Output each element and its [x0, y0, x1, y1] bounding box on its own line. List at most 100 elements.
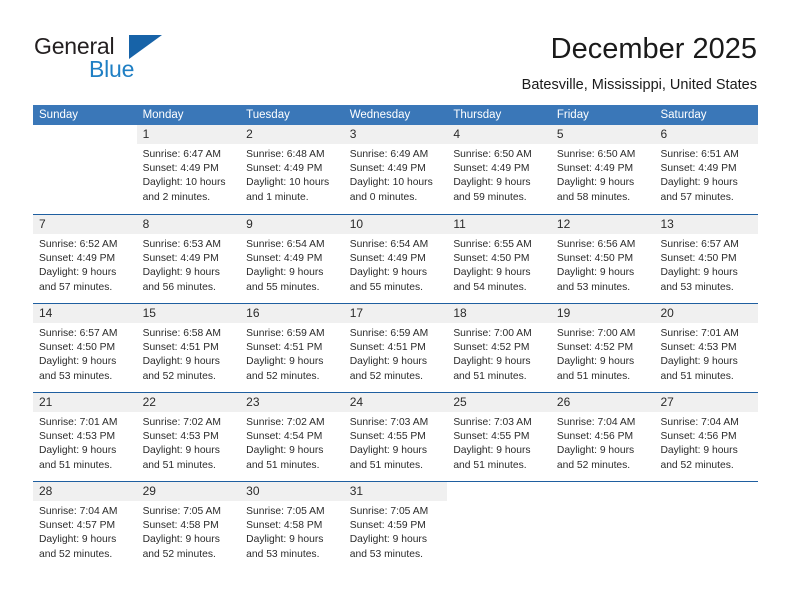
daylight-duration-line1: Daylight: 9 hours	[556, 177, 635, 189]
calendar-day-cell[interactable]: 30 Sunrise: 7:05 AM Sunset: 4:58 PM Dayligh…	[240, 482, 344, 570]
calendar-day-cell[interactable]: 1 Sunrise: 6:47 AM Sunset: 4:49 PM Daylight…	[136, 125, 241, 214]
calendar-day-cell[interactable]: 16 Sunrise: 6:59 AM Sunset: 4:51 PM Dayligh…	[240, 304, 344, 392]
calendar-day-cell[interactable]: 8 Sunrise: 6:53 AM Sunset: 4:49 PM Daylight…	[136, 215, 241, 303]
sunrise-time: Sunrise: 7:02 AM	[142, 417, 221, 428]
calendar-day-cell[interactable]: 28 Sunrise: 7:04 AM Sunset: 4:57 PM Dayligh…	[33, 482, 137, 570]
sunrise-time: Sunrise: 6:59 AM	[349, 328, 429, 339]
calendar-day-cell[interactable]: 29 Sunrise: 7:05 AM Sunset: 4:58 PM Dayligh…	[136, 482, 241, 570]
day-number-band: 19	[550, 304, 655, 323]
daylight-duration-line1: Daylight: 9 hours	[556, 356, 635, 368]
day-number: 6	[660, 127, 668, 141]
calendar-day-cell[interactable]: 3 Sunrise: 6:49 AM Sunset: 4:49 PM Daylight…	[343, 125, 448, 214]
sunrise-time: Sunrise: 6:51 AM	[660, 149, 739, 160]
calendar-day-cell[interactable]: 24 Sunrise: 7:03 AM Sunset: 4:55 PM Dayligh…	[343, 393, 448, 481]
weekday-header-thursday: Thursday	[453, 109, 502, 121]
daylight-duration-line2: and 51 minutes.	[39, 459, 113, 471]
sunrise-time: Sunrise: 7:01 AM	[39, 417, 118, 428]
calendar-day-cell[interactable]: 7 Sunrise: 6:52 AM Sunset: 4:49 PM Daylight…	[33, 215, 137, 303]
sunset-time: Sunset: 4:50 PM	[660, 253, 737, 265]
weekday-header-friday: Friday	[556, 109, 589, 121]
day-number-band: 4	[447, 125, 551, 144]
daylight-duration-line1: Daylight: 9 hours	[349, 534, 428, 546]
sunrise-time: Sunrise: 7:05 AM	[142, 506, 221, 517]
day-number: 13	[660, 217, 674, 231]
daylight-duration-line2: and 53 minutes.	[39, 370, 113, 382]
day-details: Sunrise: 6:54 AM Sunset: 4:49 PM Daylight:…	[240, 234, 344, 295]
weekday-header-tuesday: Tuesday	[246, 109, 290, 121]
daylight-duration-line2: and 0 minutes.	[349, 191, 418, 203]
day-details: Sunrise: 6:50 AM Sunset: 4:49 PM Daylight:…	[447, 144, 551, 205]
day-number-band: 30	[240, 482, 344, 501]
daylight-duration-line2: and 53 minutes.	[349, 548, 424, 560]
daylight-duration-line2: and 59 minutes.	[453, 191, 527, 203]
day-number: 28	[39, 484, 53, 498]
calendar-day-cell[interactable]: 18 Sunrise: 7:00 AM Sunset: 4:52 PM Dayligh…	[447, 304, 551, 392]
sunset-time: Sunset: 4:49 PM	[453, 163, 530, 175]
calendar-day-cell[interactable]: 22 Sunrise: 7:02 AM Sunset: 4:53 PM Dayligh…	[136, 393, 241, 481]
general-blue-logo[interactable]: General Blue	[34, 33, 224, 85]
page-header: General Blue December 2025 Batesville, M…	[0, 0, 792, 100]
day-number-band: 5	[550, 125, 655, 144]
day-number: 26	[556, 395, 571, 409]
calendar-day-cell[interactable]: 12 Sunrise: 6:56 AM Sunset: 4:50 PM Dayligh…	[550, 215, 655, 303]
daylight-duration-line2: and 52 minutes.	[39, 548, 113, 560]
calendar-day-cell[interactable]: 5 Sunrise: 6:50 AM Sunset: 4:49 PM Daylight…	[550, 125, 655, 214]
daylight-duration-line2: and 2 minutes.	[142, 191, 211, 203]
day-number-band	[447, 482, 551, 501]
day-details: Sunrise: 6:49 AM Sunset: 4:49 PM Daylight:…	[344, 144, 448, 205]
sunset-time: Sunset: 4:53 PM	[660, 342, 737, 354]
calendar-day-cell[interactable]: 9 Sunrise: 6:54 AM Sunset: 4:49 PM Daylight…	[240, 215, 344, 303]
calendar-day-cell[interactable]: 25 Sunrise: 7:03 AM Sunset: 4:55 PM Dayligh…	[447, 393, 551, 481]
daylight-duration-line1: Daylight: 9 hours	[453, 356, 531, 368]
daylight-duration-line1: Daylight: 9 hours	[556, 445, 635, 457]
calendar-day-cell-empty	[551, 482, 655, 570]
day-details: Sunrise: 7:02 AM Sunset: 4:54 PM Daylight:…	[240, 412, 344, 473]
calendar-day-cell[interactable]: 2 Sunrise: 6:48 AM Sunset: 4:49 PM Daylight…	[240, 125, 344, 214]
daylight-duration-line2: and 52 minutes.	[246, 370, 320, 382]
day-number-band: 23	[240, 393, 344, 412]
calendar-day-cell[interactable]: 26 Sunrise: 7:04 AM Sunset: 4:56 PM Dayligh…	[550, 393, 655, 481]
calendar-week-row: 7 Sunrise: 6:52 AM Sunset: 4:49 PM Daylight…	[33, 214, 759, 303]
calendar-day-cell[interactable]: 19 Sunrise: 7:00 AM Sunset: 4:52 PM Dayligh…	[550, 304, 655, 392]
day-details: Sunrise: 7:04 AM Sunset: 4:56 PM Daylight:…	[654, 412, 758, 473]
calendar-day-cell[interactable]: 23 Sunrise: 7:02 AM Sunset: 4:54 PM Dayligh…	[240, 393, 344, 481]
calendar-day-cell[interactable]: 17 Sunrise: 6:59 AM Sunset: 4:51 PM Dayligh…	[343, 304, 448, 392]
calendar-day-cell[interactable]: 13 Sunrise: 6:57 AM Sunset: 4:50 PM Dayligh…	[654, 215, 759, 303]
calendar-day-cell[interactable]: 4 Sunrise: 6:50 AM Sunset: 4:49 PM Daylight…	[447, 125, 551, 214]
sunset-time: Sunset: 4:53 PM	[142, 431, 219, 443]
daylight-duration-line2: and 55 minutes.	[349, 281, 424, 293]
calendar-day-cell[interactable]: 6 Sunrise: 6:51 AM Sunset: 4:49 PM Daylight…	[654, 125, 759, 214]
sunrise-time: Sunrise: 6:57 AM	[39, 328, 118, 339]
calendar-day-cell[interactable]: 15 Sunrise: 6:58 AM Sunset: 4:51 PM Dayligh…	[136, 304, 241, 392]
calendar-week-row: 21 Sunrise: 7:01 AM Sunset: 4:53 PM Dayligh…	[33, 392, 759, 481]
calendar-day-cell-empty	[654, 482, 758, 570]
daylight-duration-line1: Daylight: 9 hours	[556, 267, 635, 279]
calendar-day-cell[interactable]: 21 Sunrise: 7:01 AM Sunset: 4:53 PM Dayligh…	[33, 393, 137, 481]
sunset-time: Sunset: 4:53 PM	[39, 431, 116, 443]
daylight-duration-line1: Daylight: 9 hours	[349, 267, 428, 279]
day-details: Sunrise: 6:54 AM Sunset: 4:49 PM Daylight:…	[344, 234, 448, 295]
calendar-day-cell[interactable]: 10 Sunrise: 6:54 AM Sunset: 4:49 PM Dayligh…	[343, 215, 448, 303]
daylight-duration-line2: and 52 minutes.	[660, 459, 734, 471]
calendar-day-cell[interactable]: 11 Sunrise: 6:55 AM Sunset: 4:50 PM Dayligh…	[447, 215, 551, 303]
calendar-day-cell[interactable]: 14 Sunrise: 6:57 AM Sunset: 4:50 PM Dayligh…	[33, 304, 137, 392]
daylight-duration-line2: and 58 minutes.	[556, 191, 631, 203]
sunset-time: Sunset: 4:51 PM	[246, 342, 323, 354]
sunrise-time: Sunrise: 6:53 AM	[142, 239, 221, 250]
sunrise-time: Sunrise: 6:57 AM	[660, 239, 739, 250]
daylight-duration-line2: and 53 minutes.	[556, 281, 631, 293]
day-number-band: 13	[654, 215, 759, 234]
calendar-day-cell[interactable]: 27 Sunrise: 7:04 AM Sunset: 4:56 PM Dayligh…	[654, 393, 759, 481]
day-number: 20	[660, 306, 674, 320]
sunset-time: Sunset: 4:52 PM	[556, 342, 634, 354]
day-details: Sunrise: 7:02 AM Sunset: 4:53 PM Daylight:…	[137, 412, 241, 473]
daylight-duration-line2: and 51 minutes.	[453, 459, 527, 471]
calendar-day-cell[interactable]: 31 Sunrise: 7:05 AM Sunset: 4:59 PM Dayligh…	[343, 482, 448, 570]
daylight-duration-line2: and 53 minutes.	[246, 548, 320, 560]
sunset-time: Sunset: 4:49 PM	[246, 163, 323, 175]
calendar-day-cell[interactable]: 20 Sunrise: 7:01 AM Sunset: 4:53 PM Dayligh…	[654, 304, 759, 392]
calendar-page: General Blue December 2025 Batesville, M…	[0, 0, 792, 612]
calendar-grid: Sunday Monday Tuesday Wednesday Thursday Frid…	[33, 105, 759, 570]
sunset-time: Sunset: 4:51 PM	[142, 342, 219, 354]
daylight-duration-line2: and 1 minute.	[246, 191, 309, 203]
